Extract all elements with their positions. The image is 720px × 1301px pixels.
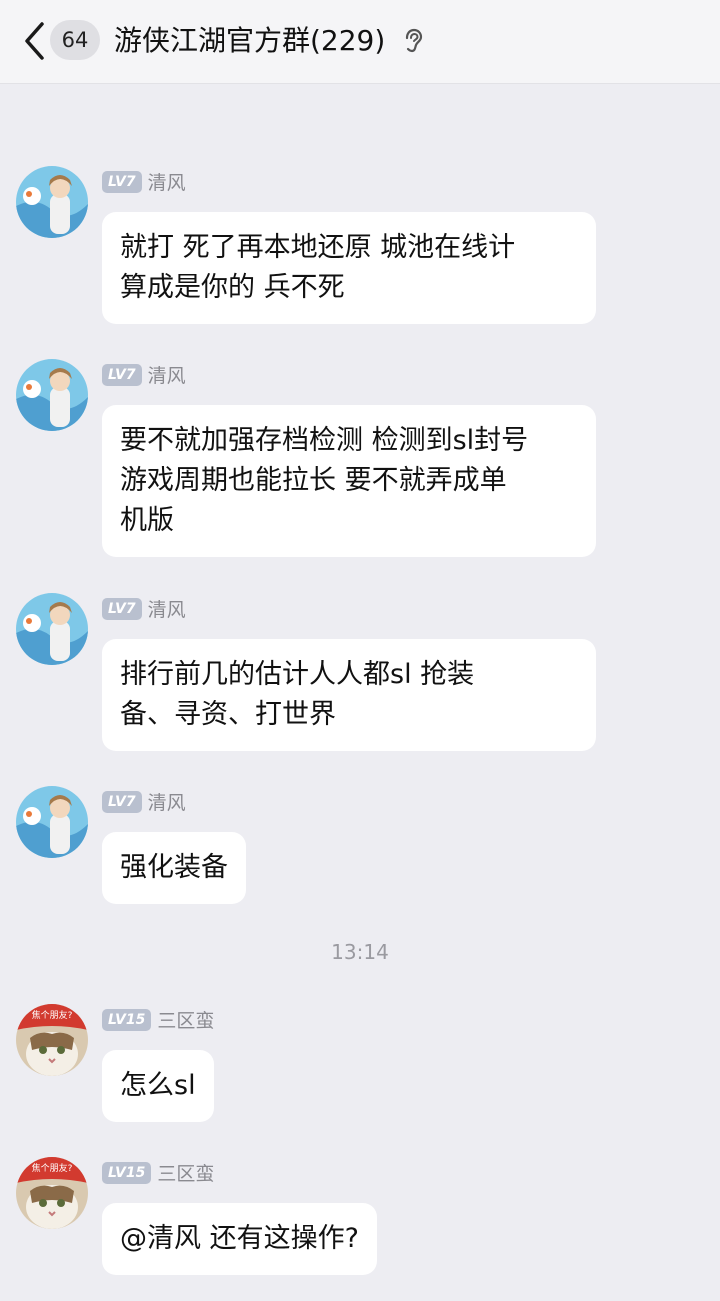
message-bubble[interactable]: 怎么sl <box>102 1050 214 1122</box>
sender-name[interactable]: 三区蛮 <box>157 1006 214 1033</box>
sender-meta: LV15 三区蛮 <box>102 1006 214 1032</box>
level-badge: LV7 <box>102 363 142 386</box>
level-badge: LV7 <box>102 790 142 813</box>
back-button[interactable] <box>18 20 50 62</box>
message-text-line: 机版 <box>120 505 174 536</box>
message-text-line: 游戏周期也能拉长 要不就弄成单 <box>120 465 507 496</box>
message-text-line: 排行前几的估计人人都sl 抢装 <box>120 659 475 690</box>
avatar[interactable] <box>16 166 88 238</box>
sender-meta: LV7 清风 <box>102 595 186 621</box>
avatar[interactable] <box>16 359 88 431</box>
sender-name[interactable]: 三区蛮 <box>157 1159 214 1186</box>
avatar[interactable]: 焦个朋友? <box>16 1157 88 1229</box>
avatar[interactable] <box>16 593 88 665</box>
avatar-caption: 焦个朋友? <box>32 1162 73 1174</box>
sender-meta: LV7 清风 <box>102 361 186 387</box>
sender-meta: LV15 三区蛮 <box>102 1159 214 1185</box>
sender-name[interactable]: 清风 <box>148 788 186 815</box>
message-text-line: 备、寻资、打世界 <box>120 699 336 730</box>
unread-count-badge[interactable]: 64 <box>50 20 100 60</box>
level-badge: LV15 <box>102 1161 152 1184</box>
sender-name[interactable]: 清风 <box>148 361 186 388</box>
message-text-line: 就打 死了再本地还原 城池在线计 <box>120 232 516 263</box>
message-bubble[interactable]: 就打 死了再本地还原 城池在线计 算成是你的 兵不死 <box>102 212 596 324</box>
chat-header: 64 游侠江湖官方群(229) <box>0 0 720 84</box>
timestamp: 13:14 <box>331 940 389 964</box>
sender-name[interactable]: 清风 <box>148 168 186 195</box>
message-text-line: @清风 还有这操作? <box>120 1223 359 1254</box>
message-text-line: 要不就加强存档检测 检测到sl封号 <box>120 425 529 456</box>
level-badge: LV7 <box>102 170 142 193</box>
avatar[interactable]: 焦个朋友? <box>16 1004 88 1076</box>
sender-meta: LV7 清风 <box>102 168 186 194</box>
avatar-caption: 焦个朋友? <box>32 1009 73 1021</box>
level-badge: LV15 <box>102 1008 152 1031</box>
sender-name[interactable]: 清风 <box>148 595 186 622</box>
ear-icon[interactable] <box>400 27 426 55</box>
message-bubble[interactable]: 排行前几的估计人人都sl 抢装 备、寻资、打世界 <box>102 639 596 751</box>
chevron-left-icon <box>25 22 44 60</box>
avatar[interactable] <box>16 786 88 858</box>
message-bubble[interactable]: 强化装备 <box>102 832 246 904</box>
message-text-line: 算成是你的 兵不死 <box>120 272 345 303</box>
sender-meta: LV7 清风 <box>102 788 186 814</box>
chat-title[interactable]: 游侠江湖官方群(229) <box>114 19 385 63</box>
message-text-line: 强化装备 <box>120 852 228 883</box>
message-text-line: 怎么sl <box>120 1070 196 1101</box>
message-bubble[interactable]: 要不就加强存档检测 检测到sl封号 游戏周期也能拉长 要不就弄成单 机版 <box>102 405 596 557</box>
message-bubble[interactable]: @清风 还有这操作? <box>102 1203 377 1275</box>
level-badge: LV7 <box>102 597 142 620</box>
